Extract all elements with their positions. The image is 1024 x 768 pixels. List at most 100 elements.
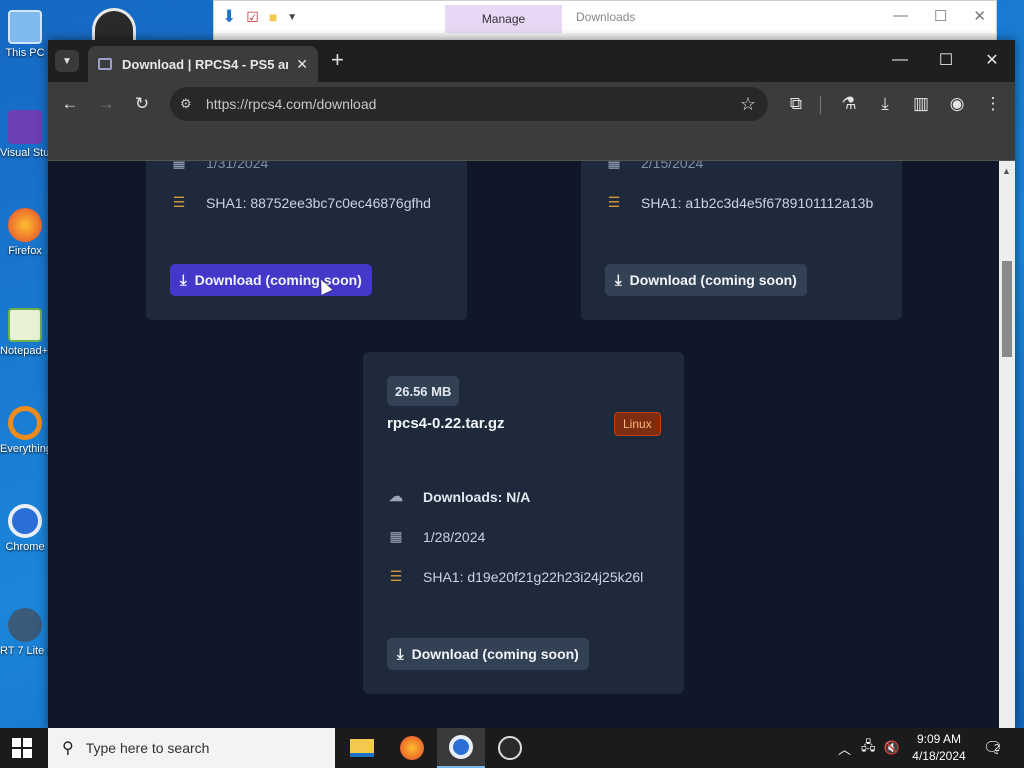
download-button-label: Download (coming soon)	[194, 272, 362, 288]
forward-button[interactable]: →	[95, 94, 117, 114]
desktop-icon-notepad[interactable]: Notepad++	[0, 308, 50, 357]
extensions-icon[interactable]: ⧉	[785, 94, 807, 114]
chevron-down-icon[interactable]: ▼	[287, 12, 297, 23]
card-date-row: ▦ 1/28/2024	[387, 528, 485, 545]
clock-date: 4/18/2024	[912, 749, 966, 763]
download-button-label: Download (coming soon)	[629, 272, 797, 288]
download-arrow-icon: ⬇	[222, 7, 237, 26]
taskbar-file-explorer[interactable]	[338, 728, 386, 768]
firefox-icon	[8, 208, 42, 242]
minimize-button[interactable]: —	[877, 40, 923, 80]
calendar-icon: ▦	[172, 161, 186, 170]
page-scrollbar[interactable]: ▲	[999, 161, 1015, 728]
obs-desktop-icon[interactable]	[92, 8, 136, 40]
folder-icon[interactable]: ■	[269, 9, 277, 25]
explorer-window-controls: — ☐ ✕	[893, 7, 986, 25]
rt7lite-icon	[8, 608, 42, 642]
menu-dots-icon[interactable]: ⋮	[982, 94, 1004, 114]
download-button[interactable]: ⤓ Download (coming soon)	[170, 264, 372, 296]
tab-download[interactable]: Download | RPCS4 - PS5 and PC ✕	[88, 46, 318, 82]
folder-icon	[350, 739, 374, 757]
hash-file-icon: ☰	[172, 194, 186, 210]
download-button[interactable]: ⤓ Download (coming soon)	[387, 638, 589, 670]
card-date: 1/31/2024	[206, 161, 269, 171]
properties-icon[interactable]: ☑	[246, 9, 259, 26]
notification-center[interactable]: 🗨 2	[983, 738, 1003, 758]
calendar-icon: ▦	[389, 528, 403, 544]
notepad-icon	[8, 308, 42, 342]
download-button[interactable]: ⤓ Download (coming soon)	[605, 264, 807, 296]
close-button[interactable]: ✕	[969, 40, 1015, 80]
downloads-icon[interactable]: ⤓	[874, 94, 896, 114]
chevron-up-icon[interactable]: ︿	[838, 739, 851, 758]
notification-count: 2	[994, 743, 1000, 754]
cloud-download-icon: ☁	[389, 488, 403, 504]
visual-studio-icon	[8, 110, 42, 144]
chevron-down-icon: ▼	[62, 55, 72, 67]
download-card-linux: 26.56 MB rpcs4-0.22.tar.gz Linux ☁ Downl…	[363, 352, 684, 694]
system-tray: ︿ 🖧 🔇	[838, 728, 900, 768]
desktop-icon-visual-studio[interactable]: Visual Studio 2017	[0, 110, 50, 159]
chrome-icon	[8, 504, 42, 538]
new-tab-button[interactable]: +	[331, 49, 344, 71]
card-sha: SHA1: d19e20f21g22h23i24j25k26l	[423, 568, 644, 585]
obs-icon	[498, 736, 522, 760]
minimize-icon[interactable]: —	[893, 7, 908, 25]
taskbar-chrome[interactable]	[437, 728, 485, 768]
file-name: rpcs4-0.22.tar.gz	[387, 415, 505, 432]
taskbar-obs[interactable]	[486, 728, 534, 768]
profile-avatar-icon[interactable]: ◉	[946, 94, 968, 114]
scrollbar-thumb[interactable]	[1002, 261, 1012, 357]
search-placeholder: Type here to search	[85, 740, 210, 756]
desktop-icon-firefox[interactable]: Firefox	[0, 208, 50, 257]
bookmark-star-icon[interactable]: ☆	[740, 94, 756, 115]
chrome-icon	[449, 735, 473, 759]
download-card-right: ▦ 2/15/2024 ☰ SHA1: a1b2c3d4e5f678910111…	[581, 161, 902, 320]
firefox-icon	[400, 736, 424, 760]
start-button[interactable]	[12, 738, 32, 758]
maximize-button[interactable]: ☐	[923, 40, 969, 80]
manage-tab[interactable]: Manage	[445, 5, 562, 33]
scroll-up-icon[interactable]: ▲	[1002, 166, 1011, 176]
clock[interactable]: 9:09 AM 4/18/2024	[908, 731, 970, 765]
taskbar-search[interactable]: ⚲ Type here to search	[48, 728, 335, 768]
desktop-icon-rt7lite[interactable]: RT 7 Lite (64-Bit)	[0, 608, 50, 657]
side-panel-icon[interactable]: ▥	[910, 94, 932, 114]
computer-icon	[8, 10, 42, 44]
maximize-icon[interactable]: ☐	[934, 7, 947, 25]
tab-bar: ▼ Download | RPCS4 - PS5 and PC ✕ + — ☐ …	[48, 40, 1015, 82]
taskbar-firefox[interactable]	[388, 728, 436, 768]
url-text[interactable]: https://rpcs4.com/download	[206, 96, 740, 112]
network-icon[interactable]: 🖧	[861, 737, 876, 759]
card-sha: SHA1: a1b2c3d4e5f6789101112a13b	[641, 194, 874, 211]
address-bar[interactable]: ⚙ https://rpcs4.com/download ☆	[170, 87, 768, 121]
file-size-badge: 26.56 MB	[387, 376, 460, 406]
close-icon[interactable]: ✕	[973, 7, 986, 25]
downloads-count: Downloads: N/A	[423, 488, 531, 505]
site-info-icon[interactable]: ⚙	[180, 96, 196, 112]
card-sha-row: ☰ SHA1: d19e20f21g22h23i24j25k26l	[387, 568, 644, 585]
card-sha-row: ☰ SHA1: a1b2c3d4e5f6789101112a13b	[605, 194, 874, 211]
labs-flask-icon[interactable]: ⚗	[838, 94, 860, 114]
tab-search-button[interactable]: ▼	[55, 50, 79, 72]
file-explorer-window[interactable]: ⬇ ☑ ■ ▼ Manage Downloads — ☐ ✕	[213, 0, 997, 43]
back-button[interactable]: ←	[59, 94, 81, 114]
card-sha: SHA1: 88752ee3bc7c0ec46876gfhd	[206, 194, 431, 211]
browser-toolbar: ← → ↻ ⚙ https://rpcs4.com/download ☆ ⧉ ⚗…	[48, 82, 1015, 126]
desktop-icon-chrome[interactable]: Chrome	[0, 504, 50, 553]
calendar-icon: ▦	[607, 161, 621, 170]
desktop-icon-this-pc[interactable]: This PC	[0, 10, 50, 59]
bookmarks-bar	[48, 126, 1015, 161]
download-icon: ⤓	[397, 645, 404, 663]
everything-icon	[8, 406, 42, 440]
desktop-icon-everything[interactable]: Everything	[0, 406, 50, 455]
quick-access-toolbar: ⬇ ☑ ■ ▼	[222, 7, 297, 27]
card-date: 1/28/2024	[423, 528, 486, 545]
explorer-title: Downloads	[576, 10, 636, 24]
search-icon: ⚲	[62, 740, 74, 757]
volume-muted-icon[interactable]: 🔇	[884, 740, 900, 756]
page-content: ▦ 1/31/2024 ☰ SHA1: 88752ee3bc7c0ec46876…	[48, 161, 999, 728]
reload-button[interactable]: ↻	[131, 94, 153, 114]
tab-close-icon[interactable]: ✕	[296, 56, 308, 73]
card-sha-row: ☰ SHA1: 88752ee3bc7c0ec46876gfhd	[170, 194, 431, 211]
